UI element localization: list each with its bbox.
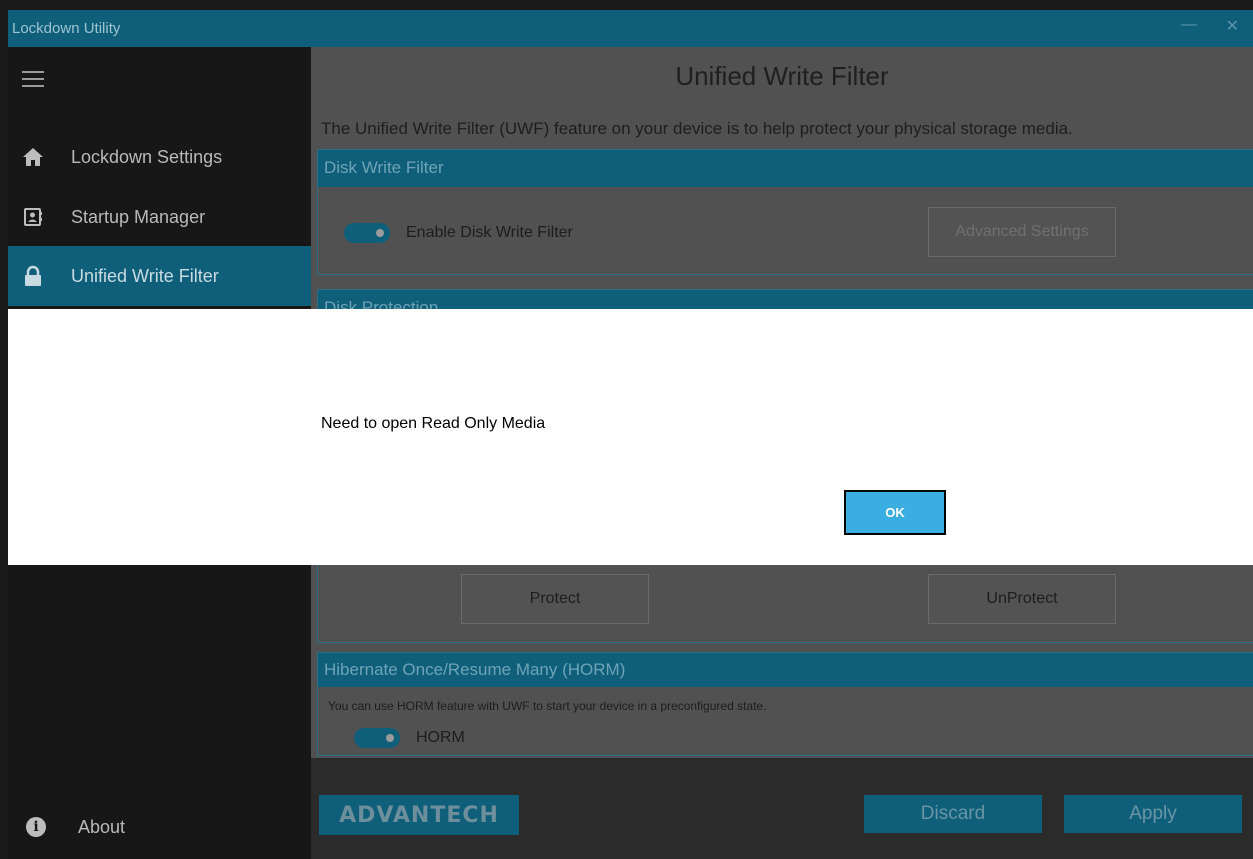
discard-button[interactable]: Discard: [864, 795, 1042, 833]
sidebar-item-startup-manager[interactable]: Startup Manager: [8, 187, 311, 247]
sidebar-item-unified-write-filter[interactable]: Unified Write Filter: [8, 246, 311, 306]
horm-panel: Hibernate Once/Resume Many (HORM) You ca…: [317, 652, 1253, 756]
sidebar-item-label: Startup Manager: [71, 206, 206, 227]
close-button[interactable]: ✕: [1226, 16, 1239, 36]
toggle-label: Enable Disk Write Filter: [406, 224, 573, 241]
sidebar-item-about[interactable]: i About: [8, 807, 311, 847]
horm-toggle[interactable]: [354, 728, 400, 748]
protect-button[interactable]: Protect: [461, 574, 649, 624]
toggle-label: HORM: [416, 729, 465, 746]
lock-icon: [22, 265, 44, 287]
advanced-settings-button[interactable]: Advanced Settings: [928, 207, 1116, 257]
unprotect-button[interactable]: UnProtect: [928, 574, 1116, 624]
sidebar-item-lockdown-settings[interactable]: Lockdown Settings: [8, 127, 311, 187]
footer-bar: ADVANTECH Discard Apply: [311, 758, 1253, 859]
panel-header: Hibernate Once/Resume Many (HORM): [318, 653, 1253, 687]
hamburger-icon[interactable]: [22, 71, 44, 89]
panel-header: Disk Write Filter: [318, 150, 1253, 187]
message-dialog: Need to open Read Only Media OK: [8, 309, 1253, 565]
contact-card-icon: [22, 206, 44, 228]
uwf-description: The Unified Write Filter (UWF) feature o…: [321, 119, 1073, 138]
apply-button[interactable]: Apply: [1064, 795, 1242, 833]
home-icon: [22, 146, 44, 168]
horm-description: You can use HORM feature with UWF to sta…: [328, 699, 767, 713]
page-title: Unified Write Filter: [675, 61, 889, 91]
minimize-button[interactable]: —: [1181, 16, 1197, 34]
sidebar-item-label: Unified Write Filter: [71, 265, 219, 286]
enable-disk-write-filter-toggle[interactable]: [344, 223, 390, 243]
info-icon: i: [26, 817, 46, 837]
advantech-logo: ADVANTECH: [319, 795, 519, 835]
dialog-message: Need to open Read Only Media: [321, 415, 546, 432]
disk-write-filter-panel: Disk Write Filter Enable Disk Write Filt…: [317, 149, 1253, 275]
window-title: Lockdown Utility: [12, 20, 121, 37]
title-bar: Lockdown Utility — ✕: [8, 10, 1253, 47]
ok-button[interactable]: OK: [844, 490, 946, 535]
sidebar-item-label: Lockdown Settings: [71, 146, 223, 167]
sidebar-item-label: About: [78, 816, 126, 837]
